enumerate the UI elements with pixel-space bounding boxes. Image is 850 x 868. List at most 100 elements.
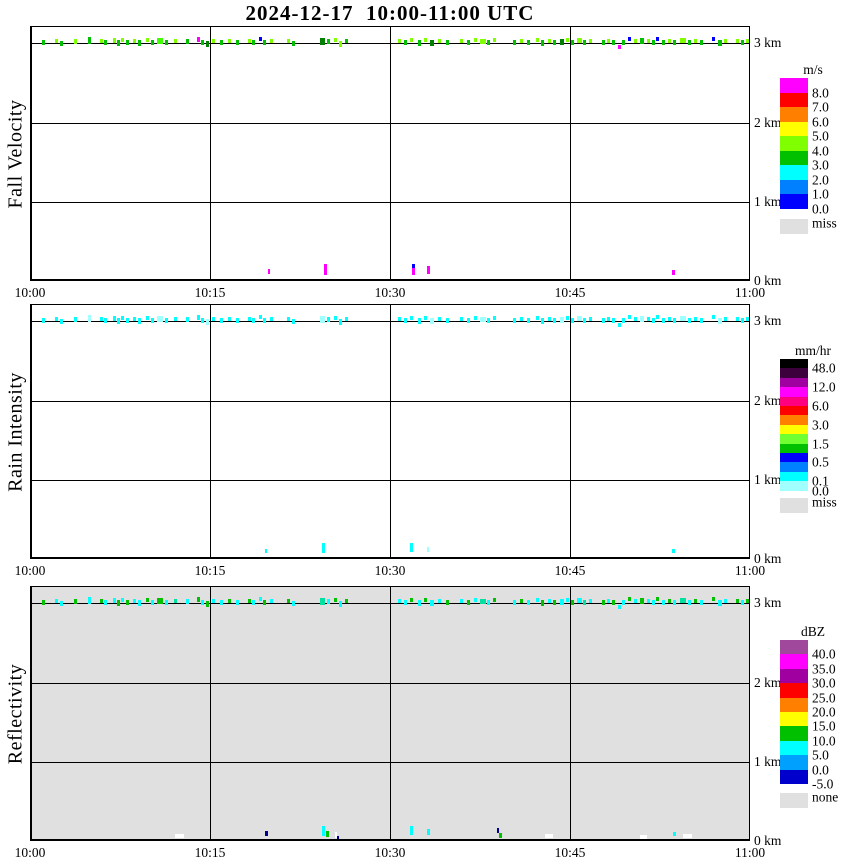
echo-mark bbox=[228, 599, 231, 603]
echo-mark-low bbox=[427, 829, 430, 835]
colorbar-unit-dbz: dBZ bbox=[800, 624, 825, 639]
echo-mark bbox=[174, 599, 177, 603]
echo-mark bbox=[248, 599, 251, 603]
echo-mark bbox=[746, 599, 749, 603]
mrr-time-height-figure: 2024-12-17 10:00-11:00 UTC Fall Velocity… bbox=[0, 0, 850, 868]
echo-mark bbox=[602, 600, 605, 605]
echo-mark bbox=[553, 600, 556, 605]
echo-mark bbox=[541, 600, 544, 606]
echo-mark bbox=[430, 600, 434, 606]
echo-mark-low bbox=[322, 826, 325, 836]
echo-mark bbox=[513, 600, 516, 605]
echo-mark bbox=[138, 600, 141, 606]
echo-mark bbox=[339, 601, 342, 607]
echo-mark bbox=[527, 600, 530, 605]
echo-mark-low bbox=[326, 831, 329, 837]
echo-mark bbox=[287, 599, 290, 603]
echo-mark bbox=[201, 600, 204, 605]
panel-reflectivity: Reflectivity dBZ 3 km 2 km 1 km 0 km 10:00 10… bbox=[0, 0, 850, 868]
echo-mark bbox=[410, 598, 413, 602]
echo-mark bbox=[151, 600, 154, 605]
echo-mark-low bbox=[265, 831, 268, 836]
height-tick-label: 2 km bbox=[754, 675, 782, 690]
echo-mark bbox=[589, 599, 592, 603]
echo-mark-low bbox=[640, 835, 647, 839]
grid-line-vertical bbox=[570, 586, 571, 841]
echo-mark bbox=[327, 599, 330, 604]
echo-mark bbox=[618, 605, 621, 609]
echo-mark bbox=[252, 600, 255, 605]
echo-mark bbox=[334, 598, 337, 602]
echo-mark bbox=[612, 600, 615, 605]
colorbar-tick-label: 40.0 bbox=[812, 646, 836, 662]
echo-mark bbox=[647, 599, 650, 603]
echo-mark bbox=[263, 600, 266, 605]
echo-mark bbox=[206, 601, 209, 607]
echo-mark bbox=[446, 600, 449, 605]
echo-mark bbox=[467, 600, 470, 605]
time-tick-label: 10:00 bbox=[14, 845, 46, 860]
echo-mark bbox=[126, 600, 129, 605]
colorbar-segment bbox=[780, 640, 808, 655]
time-tick-label: 10:30 bbox=[374, 845, 406, 860]
colorbar-tick-label: 35.0 bbox=[812, 661, 836, 677]
colorbar-segment bbox=[780, 683, 808, 699]
echo-mark bbox=[398, 599, 401, 603]
echo-mark bbox=[583, 600, 586, 605]
echo-mark bbox=[133, 599, 136, 603]
echo-mark bbox=[460, 599, 463, 603]
echo-mark bbox=[700, 600, 703, 605]
colorbar-missing-swatch bbox=[780, 793, 808, 808]
echo-mark bbox=[424, 598, 427, 602]
echo-mark bbox=[212, 599, 215, 603]
y-axis-label-reflectivity: Reflectivity bbox=[4, 663, 27, 764]
colorbar-segment bbox=[780, 726, 808, 742]
echo-mark-low bbox=[175, 834, 184, 838]
echo-mark bbox=[640, 598, 644, 604]
echo-mark bbox=[560, 599, 564, 605]
colorbar-segment bbox=[780, 654, 808, 670]
echo-mark bbox=[520, 599, 523, 603]
colorbar-segment bbox=[780, 668, 808, 684]
echo-mark bbox=[652, 600, 655, 605]
echo-mark bbox=[220, 600, 223, 605]
echo-mark bbox=[292, 601, 295, 606]
colorbar-segment bbox=[780, 697, 808, 713]
echo-mark-low bbox=[337, 836, 339, 839]
time-tick-label: 10:45 bbox=[554, 845, 586, 860]
echo-mark bbox=[680, 598, 686, 603]
echo-mark bbox=[418, 600, 421, 606]
echo-mark bbox=[157, 598, 163, 604]
colorbar-missing-label: none bbox=[812, 789, 839, 805]
grid-line-vertical bbox=[210, 586, 211, 841]
echo-mark-low bbox=[545, 834, 553, 838]
echo-mark bbox=[577, 598, 582, 603]
echo-mark bbox=[622, 600, 625, 605]
echo-mark bbox=[186, 599, 189, 604]
echo-mark bbox=[60, 601, 63, 606]
echo-mark bbox=[259, 597, 262, 601]
echo-mark bbox=[404, 600, 407, 605]
echo-mark bbox=[718, 600, 722, 606]
echo-mark bbox=[628, 597, 631, 601]
echo-mark bbox=[662, 600, 665, 605]
echo-mark bbox=[270, 599, 273, 603]
echo-mark bbox=[548, 599, 551, 603]
echo-mark bbox=[607, 599, 610, 603]
echo-mark bbox=[474, 598, 477, 602]
echo-mark-low bbox=[673, 832, 676, 836]
echo-mark bbox=[236, 600, 239, 605]
echo-mark bbox=[673, 600, 676, 605]
echo-mark bbox=[88, 597, 91, 604]
echo-mark bbox=[104, 600, 107, 605]
echo-mark bbox=[493, 598, 496, 602]
grid-line-vertical bbox=[390, 586, 391, 841]
echo-mark bbox=[42, 600, 45, 605]
echo-mark bbox=[121, 598, 124, 602]
echo-mark-low bbox=[683, 834, 692, 838]
colorbar-tick-label: 15.0 bbox=[812, 718, 836, 734]
echo-mark bbox=[571, 600, 574, 605]
colorbar-segment bbox=[780, 755, 808, 771]
echo-mark bbox=[480, 599, 486, 604]
colorbar-segment bbox=[780, 712, 808, 727]
